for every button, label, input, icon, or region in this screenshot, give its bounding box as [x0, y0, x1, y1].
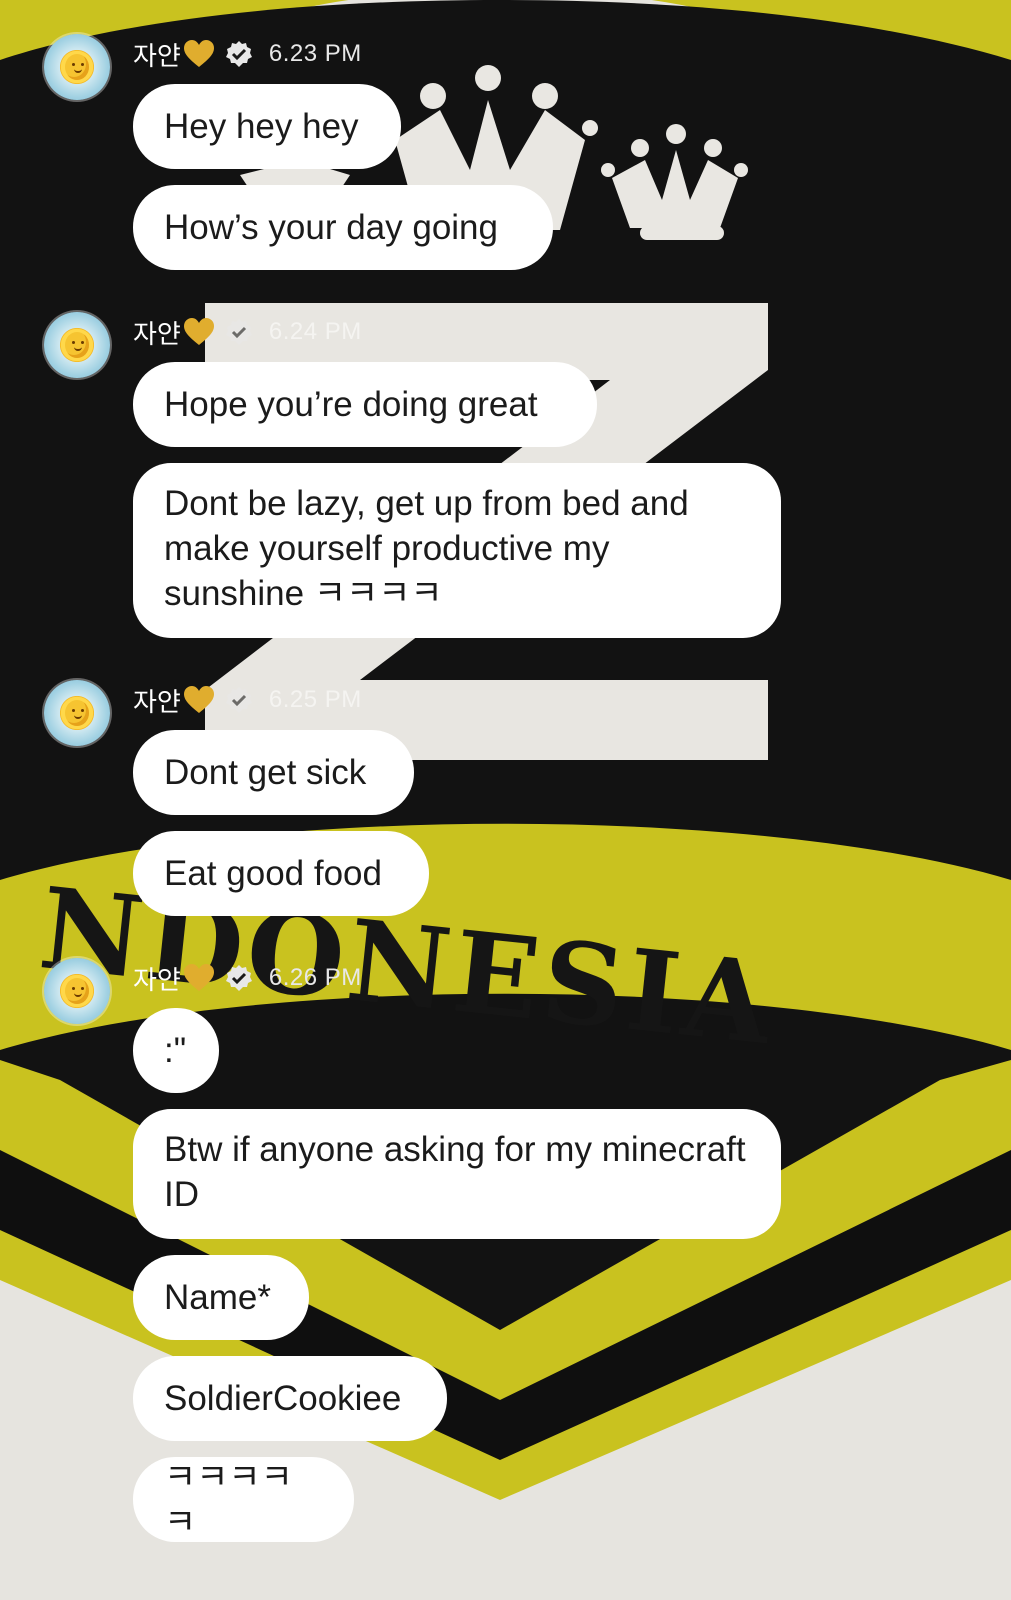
- message-timestamp: 6.24 PM: [268, 318, 362, 345]
- message-bubble[interactable]: Eat good food: [133, 831, 429, 916]
- message-timestamp: 6.25 PM: [268, 686, 362, 713]
- message-bubble[interactable]: SoldierCookiee: [133, 1356, 447, 1441]
- message-bubble[interactable]: Dont be lazy, get up from bed and make y…: [133, 463, 781, 638]
- sun-avatar-icon[interactable]: [44, 312, 110, 378]
- yellow-heart-icon: [183, 40, 214, 67]
- yellow-heart-icon: [183, 318, 214, 345]
- message-bubble[interactable]: Name*: [133, 1255, 309, 1340]
- verified-check-icon: [225, 687, 252, 713]
- sender-name[interactable]: 자얀: [133, 36, 181, 73]
- message-bubble[interactable]: Btw if anyone asking for my minecraft ID: [133, 1109, 781, 1239]
- sender-name[interactable]: 자얀: [133, 314, 181, 351]
- message-bubble[interactable]: Hey hey hey: [133, 84, 401, 169]
- message-header: 자얀 6.24 PM: [133, 312, 362, 352]
- verified-check-icon: [225, 41, 252, 67]
- message-header: 자얀 6.23 PM: [133, 34, 362, 74]
- sun-avatar-icon[interactable]: [44, 34, 110, 100]
- message-bubble[interactable]: :": [133, 1008, 219, 1093]
- yellow-heart-icon: [183, 686, 214, 713]
- message-bubble[interactable]: Hope you’re doing great: [133, 362, 597, 447]
- message-bubble[interactable]: Dont get sick: [133, 730, 414, 815]
- message-bubble[interactable]: ㅋㅋㅋㅋㅋ: [133, 1457, 354, 1542]
- sun-avatar-icon[interactable]: [44, 680, 110, 746]
- verified-check-icon: [225, 319, 252, 345]
- message-timestamp: 6.23 PM: [268, 40, 362, 67]
- message-header: 자얀 6.26 PM: [133, 958, 362, 998]
- sender-name[interactable]: 자얀: [133, 682, 181, 719]
- message-header: 자얀 6.25 PM: [133, 680, 362, 720]
- message-bubble[interactable]: How’s your day going: [133, 185, 553, 270]
- message-timestamp: 6.26 PM: [268, 964, 362, 991]
- yellow-heart-icon: [183, 964, 214, 991]
- chat-thread: 자얀 6.23 PM Hey hey hey How’s your day go…: [0, 0, 1011, 1600]
- verified-check-icon: [225, 965, 252, 991]
- sun-avatar-icon[interactable]: [44, 958, 110, 1024]
- sender-name[interactable]: 자얀: [133, 960, 181, 997]
